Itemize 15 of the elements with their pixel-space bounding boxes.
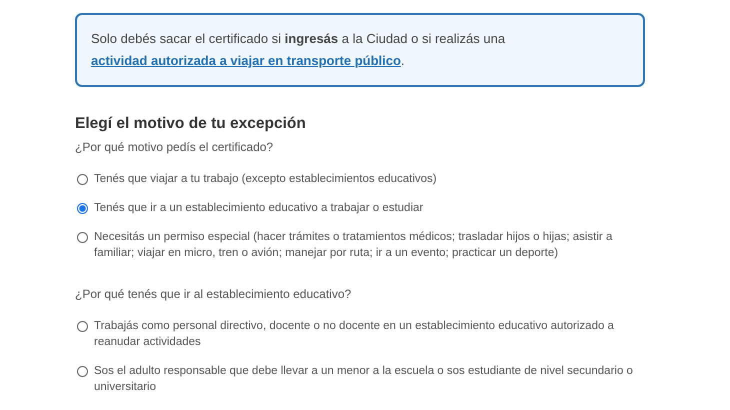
radio-button[interactable] (77, 232, 88, 243)
option-label: Tenés que viajar a tu trabajo (excepto establecimientos educativos) (94, 172, 437, 187)
option-label: Trabajás como personal directivo, docente o no docente en un establecimiento educativo autorizado a reanudar actividades (94, 319, 615, 350)
radio-button[interactable] (77, 174, 88, 185)
radio-button[interactable] (77, 366, 88, 377)
radio-button[interactable] (77, 203, 88, 214)
option-label: Sos el adulto responsable que debe llevar a un menor a la escuela o sos estudiante de nivel secundario o universitario (94, 364, 634, 395)
option-label: Tenés que ir a un establecimiento educativo a trabajar o estudiar (94, 201, 424, 216)
question-label: ¿Por qué motivo pedís el certificado? (75, 140, 274, 154)
notice-link[interactable]: actividad autorizada a viajar en transporte público (91, 53, 401, 68)
notice-text: Solo debés sacar el certificado si ingresás a la Ciudad o si realizás una actividad autorizada a viajar en transporte público. (91, 30, 506, 70)
option-label: Necesitás un permiso especial (hacer trámites o tratamientos médicos; trasladar hijos o hijas; asistir a familiar; viajar en micro, tren o avión; manejar por ruta; ir a un evento; practicar un deporte) (94, 230, 614, 261)
radio-button[interactable] (77, 321, 88, 332)
question-label: ¿Por qué tenés que ir al establecimiento educativo? (75, 287, 352, 301)
section-title: Elegí el motivo de tu excepción (75, 115, 307, 133)
